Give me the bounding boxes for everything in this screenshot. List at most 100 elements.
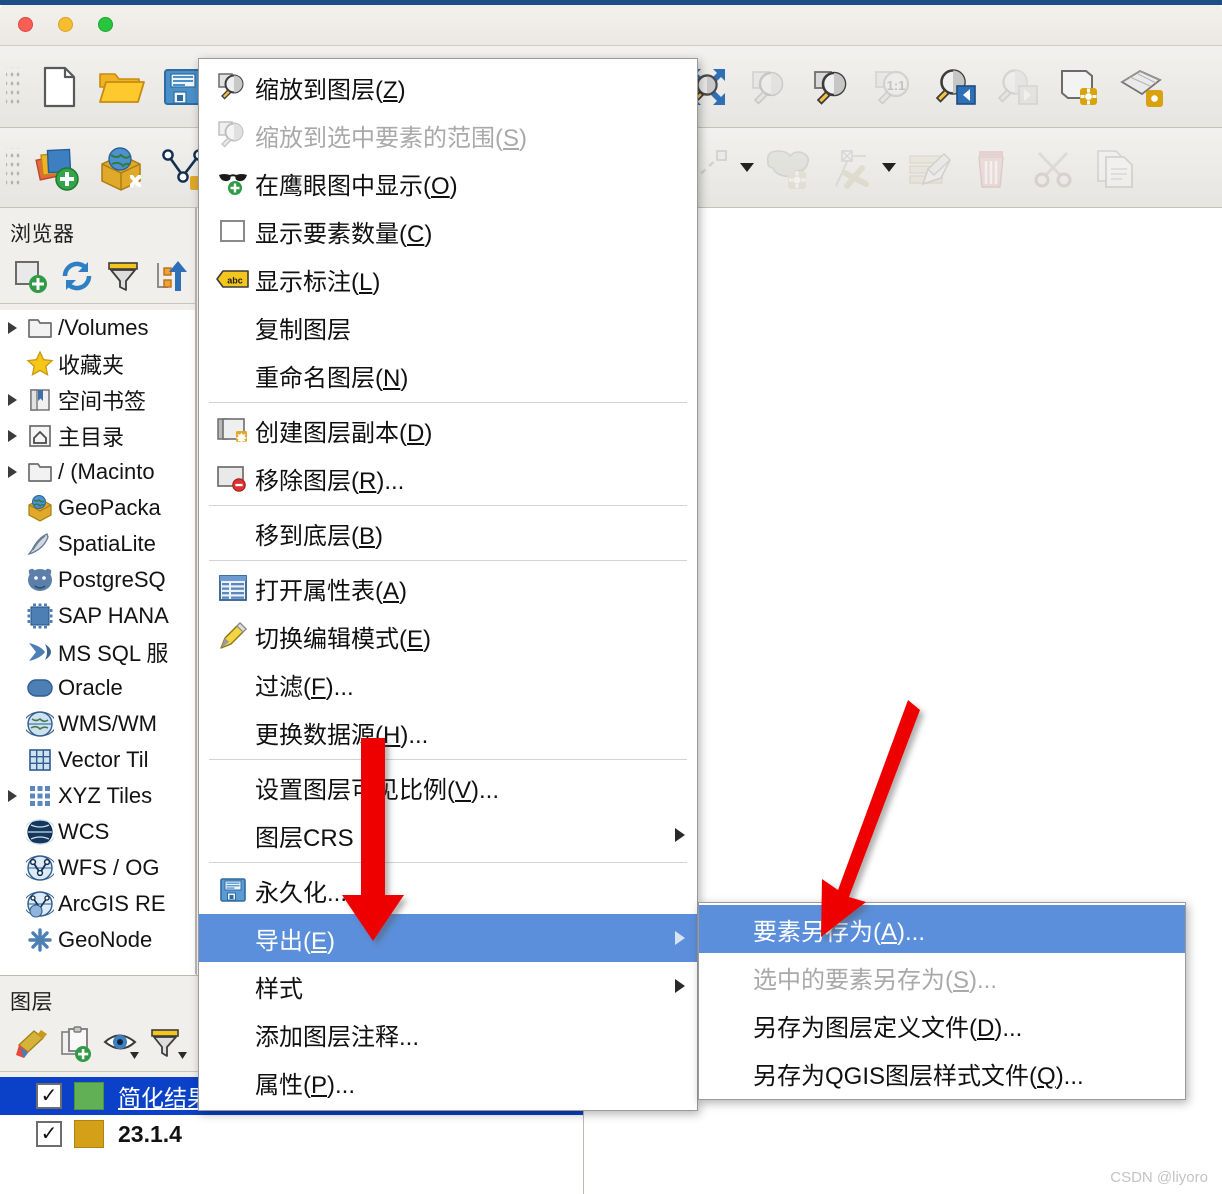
layer-row[interactable]: ✓ 23.1.4 bbox=[0, 1115, 583, 1153]
browser-item[interactable]: GeoNode bbox=[0, 922, 195, 958]
browser-item[interactable]: XYZ Tiles bbox=[0, 778, 195, 814]
open-layer-styling-panel-icon[interactable] bbox=[10, 1023, 52, 1065]
menu-item[interactable]: 要素另存为(A)... bbox=[699, 905, 1185, 953]
browser-item-label: XYZ Tiles bbox=[58, 783, 153, 808]
refresh-icon[interactable] bbox=[56, 255, 98, 297]
add-vector-layer-icon[interactable] bbox=[28, 137, 90, 199]
delete-selected-icon[interactable] bbox=[960, 137, 1022, 199]
collapse-all-icon[interactable] bbox=[148, 255, 190, 297]
browser-item[interactable]: ArcGIS RE bbox=[0, 886, 195, 922]
layer-name: 23.1.4 bbox=[118, 1120, 182, 1147]
menu-item[interactable]: 属性(P)... bbox=[199, 1058, 697, 1106]
add-raster-layer-icon[interactable] bbox=[90, 137, 152, 199]
menu-item[interactable]: 重命名图层(N) bbox=[199, 351, 697, 399]
menu-item[interactable]: 在鹰眼图中显示(O) bbox=[199, 159, 697, 207]
browser-item[interactable]: 空间书签 bbox=[0, 382, 195, 418]
export-submenu[interactable]: 要素另存为(A)... 选中的要素另存为(S)... 另存为图层定义文件(D)...… bbox=[698, 902, 1186, 1100]
deselect-dropdown-caret[interactable] bbox=[880, 163, 898, 172]
layer-visibility-checkbox[interactable]: ✓ bbox=[36, 1083, 62, 1109]
add-selected-layers-icon[interactable] bbox=[10, 255, 52, 297]
deselect-icon[interactable] bbox=[818, 137, 880, 199]
cut-features-icon[interactable] bbox=[1022, 137, 1084, 199]
bookmark-icon bbox=[22, 387, 58, 413]
menu-item[interactable]: 过滤(F)... bbox=[199, 660, 697, 708]
browser-item[interactable]: SAP HANA bbox=[0, 598, 195, 634]
menu-item[interactable]: 永久化... bbox=[199, 866, 697, 914]
expand-chevron-icon[interactable] bbox=[0, 466, 22, 478]
menu-item[interactable]: 显示要素数量(C) bbox=[199, 207, 697, 255]
folder-icon bbox=[22, 315, 58, 341]
toolbar-grip-2[interactable] bbox=[6, 147, 22, 188]
zoom-next-icon[interactable] bbox=[986, 56, 1048, 118]
zoom-to-selection-icon bbox=[211, 119, 255, 151]
menu-item[interactable]: 打开属性表(A) bbox=[199, 564, 697, 612]
layer-name: 简化结果 bbox=[118, 1085, 210, 1111]
menu-item[interactable]: 图层CRS bbox=[199, 811, 697, 859]
browser-item[interactable]: SpatiaLite bbox=[0, 526, 195, 562]
layer-context-menu[interactable]: 缩放到图层(Z) 缩放到选中要素的范围(S) 在鹰眼图中显示(O) 显示要素数量(C)… bbox=[198, 58, 698, 1111]
layer-visibility-checkbox[interactable]: ✓ bbox=[36, 1121, 62, 1147]
zoom-out-icon[interactable] bbox=[738, 56, 800, 118]
browser-item[interactable]: WMS/WM bbox=[0, 706, 195, 742]
zoom-native-icon[interactable]: 1:1 bbox=[862, 56, 924, 118]
browser-item[interactable]: /Volumes bbox=[0, 310, 195, 346]
browser-item[interactable]: GeoPacka bbox=[0, 490, 195, 526]
zoom-to-layer-icon[interactable] bbox=[1048, 56, 1110, 118]
measure-dropdown-caret[interactable] bbox=[738, 163, 756, 172]
browser-item[interactable]: Vector Til bbox=[0, 742, 195, 778]
menu-item-label: 添加图层注释... bbox=[255, 1023, 420, 1051]
menu-item[interactable]: 移到底层(B) bbox=[199, 509, 697, 557]
browser-item[interactable]: 收藏夹 bbox=[0, 346, 195, 382]
expand-chevron-icon[interactable] bbox=[0, 394, 22, 406]
zoom-to-selection-icon[interactable] bbox=[1110, 56, 1172, 118]
menu-item[interactable]: 另存为图层定义文件(D)... bbox=[699, 1001, 1185, 1049]
menu-item[interactable]: abc 显示标注(L) bbox=[199, 255, 697, 303]
menu-item[interactable]: 复制图层 bbox=[199, 303, 697, 351]
add-group-icon[interactable] bbox=[56, 1023, 98, 1065]
menu-item-label: 缩放到选中要素的范围(S) bbox=[255, 124, 528, 152]
edit-attributes-icon[interactable] bbox=[898, 137, 960, 199]
filter-legend-icon[interactable] bbox=[148, 1023, 190, 1065]
submenu-chevron-icon bbox=[663, 979, 697, 993]
menu-item[interactable]: 设置图层可见比例(V)... bbox=[199, 763, 697, 811]
filter-browser-icon[interactable] bbox=[102, 255, 144, 297]
browser-item[interactable]: WFS / OG bbox=[0, 850, 195, 886]
expand-chevron-icon[interactable] bbox=[0, 322, 22, 334]
window-maximize-button[interactable] bbox=[98, 17, 113, 32]
browser-item[interactable]: / (Macinto bbox=[0, 454, 195, 490]
browser-item[interactable]: Oracle bbox=[0, 670, 195, 706]
menu-item[interactable]: 添加图层注释... bbox=[199, 1010, 697, 1058]
expand-chevron-icon[interactable] bbox=[0, 430, 22, 442]
copy-features-icon[interactable] bbox=[1084, 137, 1146, 199]
browser-item[interactable]: 主目录 bbox=[0, 418, 195, 454]
new-project-icon[interactable] bbox=[28, 56, 90, 118]
menu-item[interactable]: 导出(E) bbox=[199, 914, 697, 962]
manage-layer-visibility-icon[interactable] bbox=[102, 1023, 144, 1065]
window-close-button[interactable] bbox=[18, 17, 33, 32]
menu-item[interactable]: 切换编辑模式(E) bbox=[199, 612, 697, 660]
menu-item[interactable]: 更换数据源(H)... bbox=[199, 708, 697, 756]
menu-item[interactable]: 样式 bbox=[199, 962, 697, 1010]
menu-item[interactable]: 创建图层副本(D) bbox=[199, 406, 697, 454]
browser-item[interactable]: PostgreSQ bbox=[0, 562, 195, 598]
browser-item[interactable]: MS SQL 服 bbox=[0, 634, 195, 670]
select-features-icon[interactable] bbox=[756, 137, 818, 199]
window-minimize-button[interactable] bbox=[58, 17, 73, 32]
zoom-in-icon[interactable] bbox=[800, 56, 862, 118]
menu-item-label: 重命名图层(N) bbox=[255, 364, 409, 392]
browser-tree[interactable]: /Volumes 收藏夹 空间书签 主目录 / (Macinto GeoPacka Spat… bbox=[0, 310, 195, 974]
expand-chevron-icon[interactable] bbox=[0, 790, 22, 802]
open-project-icon[interactable] bbox=[90, 56, 152, 118]
remove-layer-icon bbox=[211, 464, 255, 492]
zoom-last-icon[interactable] bbox=[924, 56, 986, 118]
menu-item-label: 切换编辑模式(E) bbox=[255, 625, 432, 653]
svg-text:abc: abc bbox=[227, 276, 243, 286]
menu-item[interactable]: 移除图层(R)... bbox=[199, 454, 697, 502]
menu-item-label: 复制图层 bbox=[255, 316, 351, 344]
menu-item[interactable]: 缩放到图层(Z) bbox=[199, 63, 697, 111]
checkbox-icon bbox=[211, 217, 255, 245]
menu-item[interactable]: 另存为QGIS图层样式文件(Q)... bbox=[699, 1049, 1185, 1097]
browser-item[interactable]: WCS bbox=[0, 814, 195, 850]
toolbar-grip[interactable] bbox=[6, 66, 22, 107]
menu-item-label: 另存为图层定义文件(D)... bbox=[753, 1014, 1023, 1042]
